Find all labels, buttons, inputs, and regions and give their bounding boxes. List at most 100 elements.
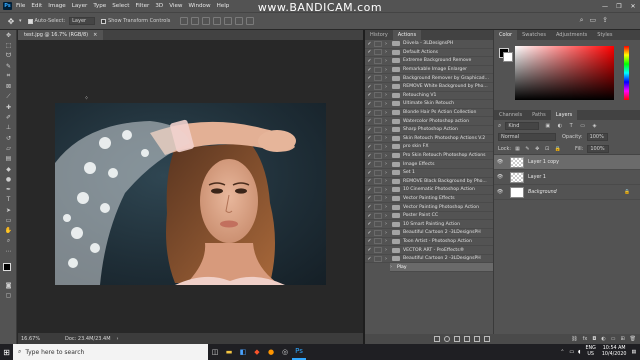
action-set-row[interactable]: ✓ › Background Remover by Graphicad...: [365, 74, 493, 83]
eraser-tool-icon[interactable]: ▱: [0, 143, 17, 153]
tab-layers[interactable]: Layers: [550, 110, 578, 120]
action-set-row[interactable]: ✓ › pro skin FX: [365, 143, 493, 152]
expand-chevron-icon[interactable]: ›: [385, 41, 392, 47]
fill-input[interactable]: 100%: [587, 144, 609, 153]
dialog-toggle-icon[interactable]: [374, 161, 382, 168]
action-set-row[interactable]: ✓ › Vector Painting Photoshop Action: [365, 203, 493, 212]
tab-swatches[interactable]: Swatches: [517, 30, 551, 40]
action-toggle-check-icon[interactable]: ✓: [365, 49, 374, 55]
notification-icon[interactable]: ▤: [631, 350, 636, 355]
expand-chevron-icon[interactable]: ›: [385, 92, 392, 98]
delete-icon[interactable]: 🗑: [630, 336, 636, 342]
dialog-toggle-icon[interactable]: [374, 109, 382, 116]
action-toggle-check-icon[interactable]: ✓: [365, 84, 374, 90]
delete-icon[interactable]: [484, 336, 490, 342]
dialog-toggle-icon[interactable]: [374, 204, 382, 211]
clone-stamp-tool-icon[interactable]: ⊥: [0, 123, 17, 133]
layer-kind-dropdown[interactable]: Kind: [505, 121, 540, 130]
expand-chevron-icon[interactable]: ›: [390, 264, 397, 270]
action-toggle-check-icon[interactable]: ✓: [365, 238, 374, 244]
dialog-toggle-icon[interactable]: [374, 195, 382, 202]
link-layers-icon[interactable]: ⛓: [571, 336, 577, 342]
color-swatches[interactable]: [0, 261, 16, 281]
expand-chevron-icon[interactable]: ›: [385, 84, 392, 90]
expand-chevron-icon[interactable]: ›: [385, 144, 392, 150]
expand-chevron-icon[interactable]: ›: [385, 230, 392, 236]
zoom-tool-icon[interactable]: ⌕: [0, 236, 17, 246]
tab-channels[interactable]: Channels: [494, 110, 527, 120]
action-set-row[interactable]: ✓ › REMOVE White Background by Pho...: [365, 83, 493, 92]
dialog-toggle-icon[interactable]: [374, 100, 382, 107]
action-toggle-check-icon[interactable]: ✓: [365, 110, 374, 116]
align-bottom-icon[interactable]: [235, 17, 244, 25]
action-set-row[interactable]: ✓ › REMOVE Black Background by Pho...: [365, 178, 493, 187]
expand-chevron-icon[interactable]: ›: [385, 110, 392, 116]
action-toggle-check-icon[interactable]: ✓: [365, 161, 374, 167]
dialog-toggle-icon[interactable]: [374, 92, 382, 99]
dialog-toggle-icon[interactable]: [374, 238, 382, 245]
layer-row[interactable]: 👁 Layer 1 copy: [494, 155, 640, 170]
gradient-tool-icon[interactable]: ▤: [0, 154, 17, 164]
dialog-toggle-icon[interactable]: [374, 40, 382, 47]
expand-chevron-icon[interactable]: ›: [385, 58, 392, 64]
tool-preset-chevron-icon[interactable]: ▾: [19, 18, 22, 24]
new-layer-icon[interactable]: ⊞: [620, 336, 624, 342]
layer-row[interactable]: 👁 Background 🔒: [494, 185, 640, 200]
action-set-row[interactable]: ✓ › Sharp Photoshop Action: [365, 126, 493, 135]
expand-chevron-icon[interactable]: ›: [385, 195, 392, 201]
action-toggle-check-icon[interactable]: ✓: [365, 187, 374, 193]
dialog-toggle-icon[interactable]: [374, 255, 382, 262]
lock-icons[interactable]: ▦ ✎ ✥ ⊡ 🔒: [515, 146, 563, 152]
expand-chevron-icon[interactable]: ›: [385, 127, 392, 133]
action-set-row[interactable]: ✓ › Vector Painting Effects: [365, 195, 493, 204]
expand-chevron-icon[interactable]: ›: [385, 256, 392, 262]
tab-color[interactable]: Color: [494, 30, 518, 40]
action-set-row[interactable]: ✓ › Image Effects: [365, 160, 493, 169]
action-set-row[interactable]: ✓ › Watercolor Photoshop action: [365, 117, 493, 126]
expand-chevron-icon[interactable]: ›: [385, 153, 392, 159]
action-set-row[interactable]: ✓ › Ultimate Skin Retouch: [365, 100, 493, 109]
task-view-icon[interactable]: ◫: [208, 344, 222, 360]
visibility-eye-icon[interactable]: 👁: [494, 159, 506, 165]
distribute-icon[interactable]: [246, 17, 255, 25]
type-tool-icon[interactable]: T: [0, 195, 17, 205]
path-selection-tool-icon[interactable]: ➤: [0, 205, 17, 215]
tab-history[interactable]: History: [365, 30, 393, 40]
dialog-toggle-icon[interactable]: [374, 247, 382, 254]
minimize-icon[interactable]: —: [598, 0, 612, 12]
action-set-row[interactable]: ✓ › Skin Retouch Photoshop Actions V.2: [365, 135, 493, 144]
history-brush-tool-icon[interactable]: ↺: [0, 133, 17, 143]
dialog-toggle-icon[interactable]: [374, 57, 382, 64]
new-set-icon[interactable]: [464, 336, 470, 342]
quick-mask-icon[interactable]: ◙: [0, 281, 17, 291]
hand-tool-icon[interactable]: ✋: [0, 226, 17, 236]
expand-chevron-icon[interactable]: ›: [385, 49, 392, 55]
search-icon[interactable]: ⌕: [580, 16, 584, 25]
adjustment-icon[interactable]: ◐: [601, 336, 605, 342]
move-tool-icon[interactable]: ✥: [0, 30, 17, 40]
action-toggle-check-icon[interactable]: ✓: [365, 92, 374, 98]
dialog-toggle-icon[interactable]: [374, 83, 382, 90]
dialog-toggle-icon[interactable]: [374, 186, 382, 193]
blur-tool-icon[interactable]: ◆: [0, 164, 17, 174]
action-toggle-check-icon[interactable]: ✓: [365, 58, 374, 64]
action-set-row[interactable]: ✓ › Toon Artist - Photoshop Action: [365, 238, 493, 247]
dialog-toggle-icon[interactable]: [374, 49, 382, 56]
expand-chevron-icon[interactable]: ›: [385, 247, 392, 253]
action-toggle-check-icon[interactable]: ✓: [365, 118, 374, 124]
action-toggle-check-icon[interactable]: ✓: [365, 204, 374, 210]
close-icon[interactable]: ✕: [626, 0, 640, 12]
quick-select-tool-icon[interactable]: ✎: [0, 61, 17, 71]
windows-start-icon[interactable]: ⊞: [0, 344, 13, 360]
auto-select-checkbox[interactable]: [27, 18, 33, 24]
opacity-input[interactable]: 100%: [586, 133, 608, 141]
zoom-level[interactable]: 16.67%: [21, 336, 65, 342]
document-image[interactable]: [55, 103, 326, 285]
action-set-row[interactable]: ✓ › Extreme Background Remove: [365, 57, 493, 66]
action-toggle-check-icon[interactable]: ✓: [365, 144, 374, 150]
align-top-icon[interactable]: [213, 17, 222, 25]
language-indicator[interactable]: ENG US: [586, 346, 596, 358]
dialog-toggle-icon[interactable]: [374, 126, 382, 133]
dialog-toggle-icon[interactable]: [374, 118, 382, 125]
action-toggle-check-icon[interactable]: ✓: [365, 67, 374, 73]
